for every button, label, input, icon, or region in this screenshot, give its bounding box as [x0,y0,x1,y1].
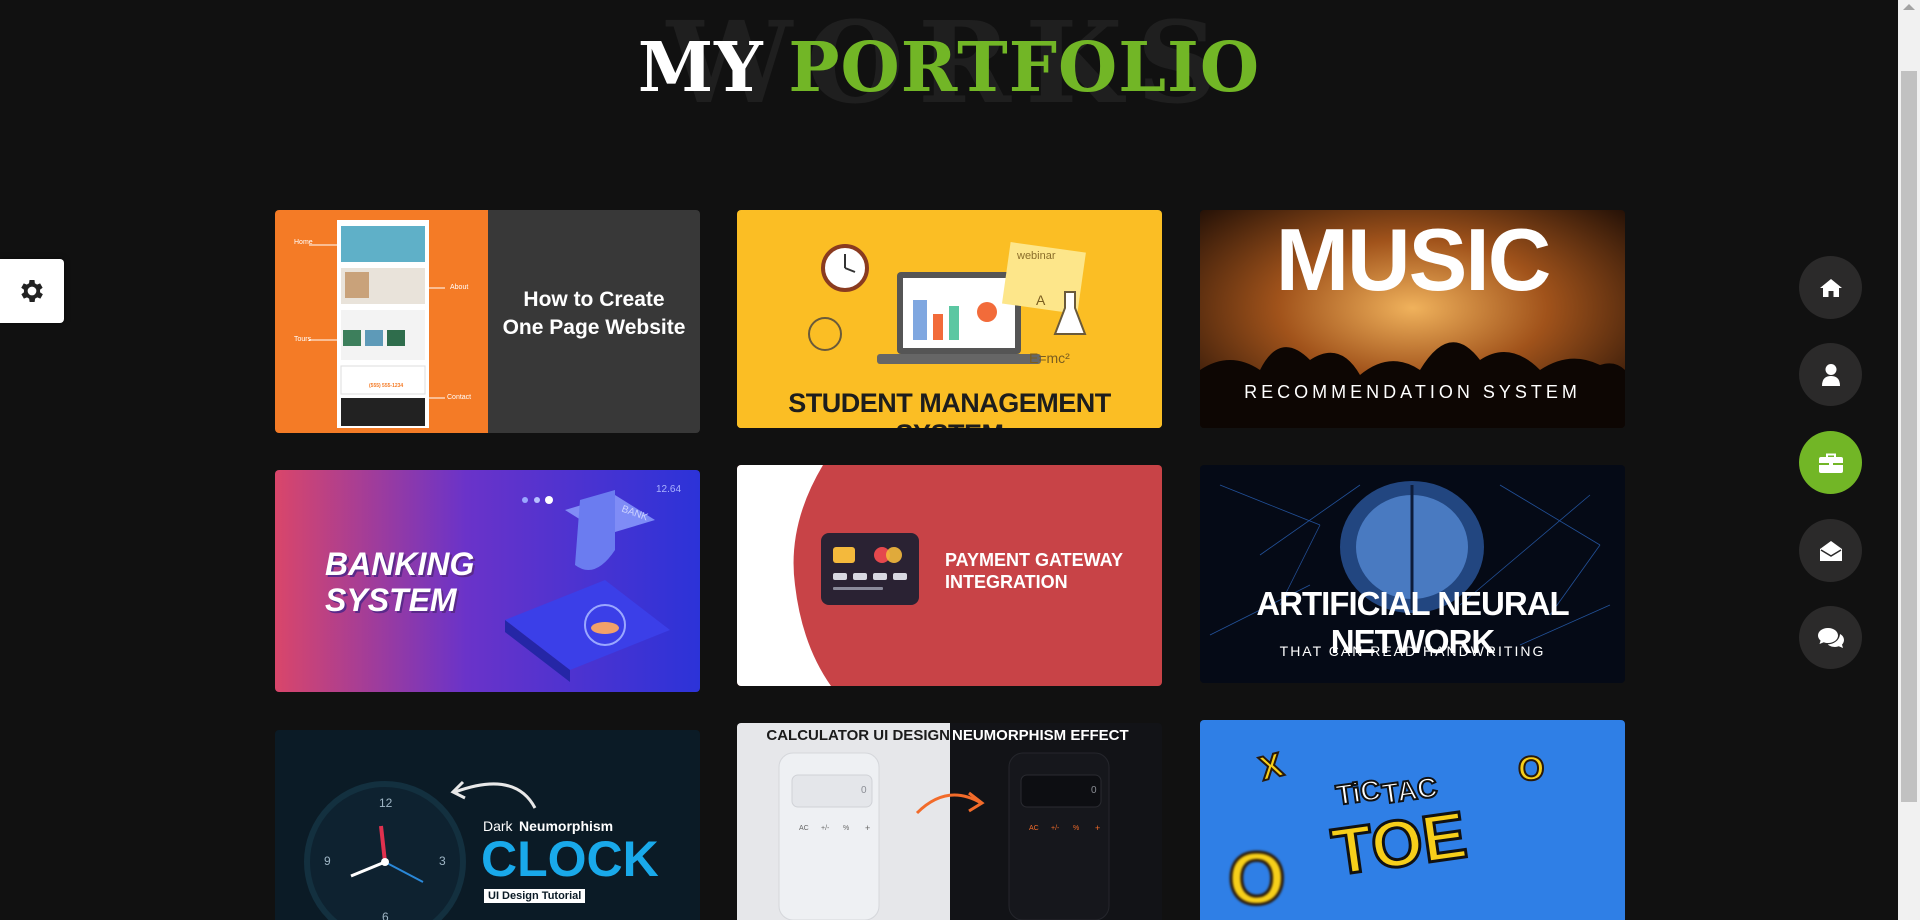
light-display: 0 [861,785,867,796]
scroll-up-arrow-icon[interactable] [1903,4,1915,10]
portfolio-item-neural-network[interactable]: ARTIFICIAL NEURAL NETWORK THAT CAN READ … [1200,465,1625,683]
webinar-text: webinar [1017,250,1056,262]
portfolio-item-tic-tac-toe[interactable]: X O O TiC TAC TOE [1200,720,1625,920]
settings-button[interactable] [0,259,64,323]
page-title: MY PORTFOLIO [0,26,1898,110]
comments-icon [1817,627,1844,648]
tile-subtitle: THAT CAN READ HANDWRITING [1279,643,1546,659]
title-line3: TOE [1326,796,1472,891]
user-icon [1821,363,1840,386]
clock-num-9: 9 [324,854,331,868]
gear-icon [21,280,43,302]
tile-title: CLOCK [481,831,659,887]
clock-num-6: 6 [382,910,389,920]
dark-key-ac: AC [1029,825,1039,832]
portfolio-item-banking-system[interactable]: BANK 12.64 BANKING SYSTEM [275,470,700,692]
portfolio-item-calculator[interactable]: CALCULATOR UI DESIGN NEUMORPHISM EFFECT … [737,723,1162,920]
nav-portfolio[interactable] [1799,431,1862,494]
o-mark-top: O [1517,749,1545,789]
dark-key-pm: +/- [1051,825,1060,832]
tile-title-line2: One Page Website [502,316,686,339]
tile-title-left: CALCULATOR UI DESIGN [766,727,950,744]
formula-text: E=mc² [1029,350,1070,366]
light-key-ac: AC [799,825,809,832]
page-scrollbar[interactable] [1898,0,1920,920]
nav-about[interactable] [1799,343,1862,406]
clock-num-3: 3 [439,854,446,868]
tile-title-right: NEUMORPHISM EFFECT [952,727,1129,744]
portfolio-item-music-recommendation[interactable]: MUSIC RECOMMENDATION SYSTEM [1200,210,1625,428]
title-accent: PORTFOLIO [788,28,1261,108]
nav-home[interactable] [1799,256,1862,319]
nav-blog[interactable] [1799,606,1862,669]
portfolio-item-student-management[interactable]: webinar E=mc² A STUDENT MANAGEMENT SYSTE… [737,210,1162,428]
tile-subtitle: RECOMMENDATION SYSTEM [1244,382,1581,402]
o-mark-bottom: O [1227,836,1288,920]
nav-contact[interactable] [1799,519,1862,582]
title-line1: TiC [1333,773,1383,812]
label-contact: Contact [447,394,472,401]
section-header: WORKS MY PORTFOLIO [0,0,1898,140]
clock-num-12: 12 [379,796,393,810]
reading-text: 12.64 [656,484,682,495]
home-icon [1819,278,1842,297]
light-key-pct: % [843,825,850,832]
portfolio-item-payment-gateway[interactable]: PAYMENT GATEWAY INTEGRATION [737,465,1162,686]
phone-number: (555) 555-1234 [369,383,404,389]
portfolio-item-neumorphism-clock[interactable]: 12 3 6 9 Dark Neumorphism CLOCK UI Desig… [275,730,700,920]
tile-title-line1: How to Create [523,288,665,311]
tile-title-line1: PAYMENT GATEWAY [945,550,1124,570]
label-tours: Tours [294,336,312,343]
tutorial-badge: UI Design Tutorial [484,889,586,903]
portfolio-item-one-page-website[interactable]: Home About Tours Contact (555) 555-1234 … [275,210,700,433]
envelope-open-icon [1819,540,1842,561]
tile-title-line2: INTEGRATION [945,572,1068,592]
light-key-pm: +/- [821,825,830,832]
tile-title-line2: SYSTEM [325,582,457,618]
tile-title: STUDENT MANAGEMENT SYSTEM [788,388,1111,428]
scrollbar-thumb[interactable] [1901,71,1917,802]
briefcase-icon [1818,453,1843,473]
tile-title-line1: BANKING [325,546,475,582]
light-key-plus: + [865,823,871,833]
dark-key-pct: % [1073,825,1080,832]
dark-key-plus: + [1095,823,1101,833]
title-main: MY [637,28,764,108]
letter-a-text: A [1036,292,1046,308]
tile-title: MUSIC [1275,210,1552,309]
dark-display: 0 [1091,785,1097,796]
label-about: About [450,284,469,291]
label-home: Home [294,239,313,246]
calculator-thumbnail [737,723,1162,920]
